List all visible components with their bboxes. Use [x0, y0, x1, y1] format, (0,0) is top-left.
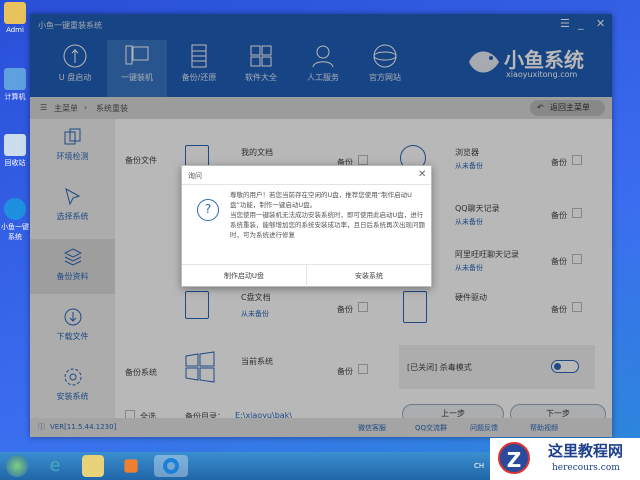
folder-icon [4, 2, 26, 24]
watermark-url: herecours.com [552, 463, 620, 473]
recycle-bin-icon [4, 134, 26, 156]
desktop-icon-label: 计算机 [4, 93, 26, 101]
xiaoyu-app-icon [4, 198, 26, 220]
dialog-title: 询问 [188, 172, 202, 180]
desktop-icon-label: 回收站 [4, 159, 26, 167]
desktop-icon-computer[interactable]: 计算机 [0, 68, 30, 102]
desktop-icon-label: 小鱼一键系统 [1, 223, 29, 241]
install-system-button[interactable]: 安装系统 [307, 264, 431, 287]
computer-icon [4, 68, 26, 90]
desktop-icon-xiaoyu[interactable]: 小鱼一键系统 [0, 198, 30, 242]
desktop-icon-recycle[interactable]: 回收站 [0, 134, 30, 168]
dialog-message-line: 当您使用一键装机无法成功安装系统时，即可使用此启动U盘，进行系统重装，能够增加您… [230, 211, 425, 239]
dialog-close-icon[interactable]: ✕ [418, 169, 426, 180]
confirm-dialog: 询问 ✕ ? 尊敬的用户！若您当前存在空闲的U盘，推荐您使用“制作启动U盘”功能… [181, 165, 432, 287]
question-icon: ? [197, 199, 219, 221]
start-button[interactable] [6, 455, 28, 477]
ie-icon[interactable]: e [44, 455, 66, 477]
watermark-logo-icon: Z [498, 442, 530, 474]
watermark-title: 这里教程网 [548, 442, 624, 460]
watermark: Z 这里教程网 herecours.com [490, 438, 640, 480]
language-indicator[interactable]: CH [474, 462, 484, 470]
desktop-icon-admin[interactable]: Admi [0, 2, 30, 34]
dialog-message-line: 尊敬的用户！若您当前存在空闲的U盘，推荐您使用“制作启动U盘”功能，制作一键启动… [230, 191, 412, 209]
explorer-icon[interactable] [82, 455, 104, 477]
media-player-icon[interactable] [124, 459, 138, 473]
dialog-message: 尊敬的用户！若您当前存在空闲的U盘，推荐您使用“制作启动U盘”功能，制作一键启动… [230, 190, 426, 240]
desktop-icon-label: Admi [6, 26, 24, 34]
xiaoyu-taskbar-icon[interactable] [154, 455, 188, 477]
make-boot-usb-button[interactable]: 制作启动U盘 [182, 264, 307, 287]
